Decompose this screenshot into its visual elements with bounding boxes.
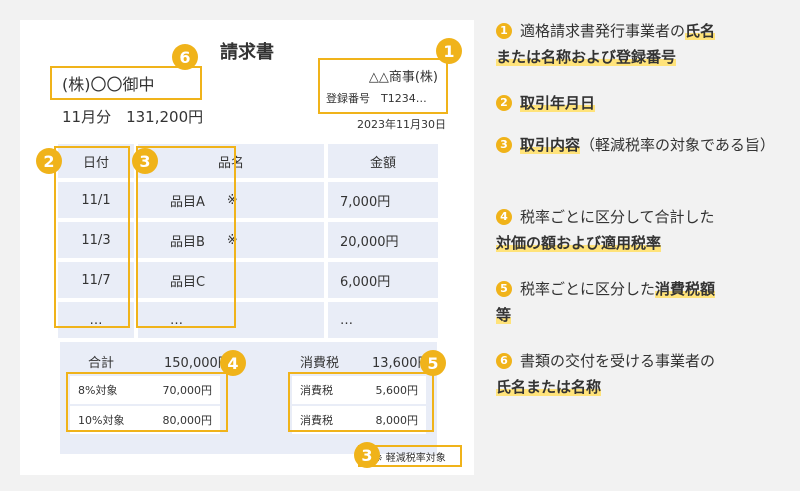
- tax-breakdown-highlight: [288, 372, 434, 432]
- date-column-highlight: [54, 146, 130, 328]
- requirement-5: 5 税率ごとに区分した消費税額等: [496, 276, 786, 328]
- number-badge: 4: [496, 209, 512, 225]
- badge-4: 4: [220, 350, 246, 376]
- recipient-name: (株)〇〇御中: [50, 66, 202, 100]
- invoice-date: 2023年11月30日: [357, 118, 446, 131]
- row-price: 7,000円: [328, 182, 438, 218]
- number-badge: 1: [496, 23, 512, 39]
- highlight: 取引年月日: [520, 94, 596, 112]
- badge-5: 5: [420, 350, 446, 376]
- badge-1: 1: [436, 38, 462, 64]
- text: 適格請求書発行事業者の: [520, 22, 686, 40]
- highlight: 消費税額: [655, 280, 716, 298]
- requirement-1: 1 適格請求書発行事業者の氏名 または名称および登録番号: [496, 18, 786, 70]
- item-column-highlight: [136, 146, 236, 328]
- requirement-4: 4 税率ごとに区分して合計した対価の額および適用税率: [496, 204, 786, 256]
- row-price: …: [328, 302, 438, 338]
- invoice-document: 請求書 (株)〇〇御中 6 11月分 131,200円 △△商事(株) 登録番号…: [20, 20, 474, 475]
- invoice-amount: 11月分 131,200円: [62, 108, 204, 126]
- requirement-6: 6 書類の交付を受ける事業者の氏名または名称: [496, 348, 786, 400]
- highlight: 氏名または名称: [496, 378, 602, 396]
- number-badge: 6: [496, 353, 512, 369]
- highlight: 等: [496, 306, 512, 324]
- total-label: 合計: [88, 356, 115, 371]
- badge-3-note: 3: [354, 442, 380, 468]
- number-badge: 5: [496, 281, 512, 297]
- highlight: 取引内容: [520, 136, 581, 154]
- row-price: 20,000円: [328, 222, 438, 258]
- rate-breakdown-highlight: [66, 372, 228, 432]
- requirement-2: 2 取引年月日: [496, 90, 596, 116]
- highlight: 対価の額および適用税率: [496, 234, 662, 252]
- tax-label: 消費税: [300, 356, 340, 371]
- number-badge: 3: [496, 137, 512, 153]
- text: 税率ごとに区分した: [520, 280, 656, 298]
- badge-2: 2: [36, 148, 62, 174]
- text: 書類の交付を受ける事業者の: [520, 352, 716, 370]
- badge-6: 6: [172, 44, 198, 70]
- issuer-box: △△商事(株) 登録番号 T1234…: [318, 58, 448, 114]
- text: 税率ごとに区分して合計した: [520, 208, 715, 226]
- header-price: 金額: [328, 144, 438, 178]
- issuer-name: △△商事(株): [368, 70, 438, 85]
- requirement-3: 3 取引内容（軽減税率の対象である旨）: [496, 132, 786, 158]
- row-price: 6,000円: [328, 262, 438, 298]
- highlight: または名称および登録番号: [496, 48, 677, 66]
- registration-number: 登録番号 T1234…: [326, 92, 427, 105]
- badge-3: 3: [132, 148, 158, 174]
- text: （軽減税率の対象である旨）: [580, 136, 775, 154]
- number-badge: 2: [496, 95, 512, 111]
- highlight: 氏名: [685, 22, 716, 40]
